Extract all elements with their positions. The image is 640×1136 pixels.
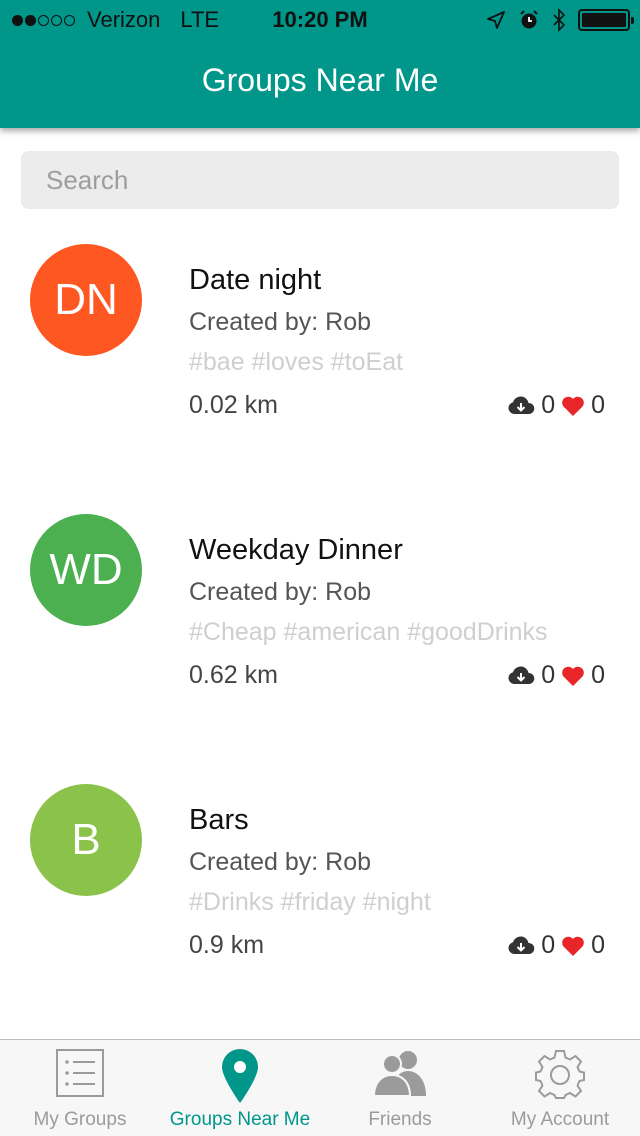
tab-label: Friends [368, 1109, 432, 1130]
like-count: 0 [591, 391, 605, 419]
group-stats: 0 0 [507, 661, 605, 690]
heart-icon[interactable] [561, 665, 585, 687]
cloud-download-icon [508, 396, 535, 414]
tab-my-groups[interactable]: My Groups [0, 1040, 160, 1136]
people-icon [372, 1051, 426, 1097]
tab-label: Groups Near Me [169, 1109, 311, 1130]
list-icon [56, 1049, 104, 1097]
tab-groups-near-me[interactable]: Groups Near Me [160, 1040, 320, 1136]
tab-bar: My Groups Groups Near Me Friends My Acco… [0, 1039, 640, 1136]
group-creator: Created by: Rob [189, 848, 372, 876]
group-initials: B [71, 815, 101, 864]
cloud-download-icon [508, 936, 535, 954]
search-placeholder: Search [46, 164, 129, 195]
group-stats: 0 0 [507, 931, 605, 960]
group-name: Date night [189, 264, 322, 296]
group-creator: Created by: Rob [189, 308, 372, 336]
tab-my-account[interactable]: My Account [480, 1040, 640, 1136]
group-list-item[interactable]: WD Weekday Dinner Created by: Rob #Cheap… [0, 514, 640, 714]
tab-friends[interactable]: Friends [320, 1040, 480, 1136]
tab-label: My Account [510, 1109, 610, 1130]
status-bar: Verizon LTE 10:20 PM [0, 0, 640, 40]
location-pin-icon [222, 1049, 258, 1103]
download-count: 0 [541, 931, 556, 959]
group-creator: Created by: Rob [189, 578, 372, 606]
group-initials: DN [54, 275, 118, 324]
group-name: Weekday Dinner [189, 534, 403, 566]
gear-icon [535, 1050, 585, 1099]
group-distance: 0.02 km [189, 391, 278, 419]
group-avatar: DN [30, 244, 142, 356]
search-input[interactable]: Search [21, 151, 619, 209]
group-avatar: B [30, 784, 142, 896]
battery-icon [578, 9, 634, 31]
group-stats: 0 0 [507, 391, 605, 420]
group-tags: #Cheap #american #goodDrinks [189, 618, 548, 646]
group-initials: WD [49, 545, 123, 594]
download-count: 0 [541, 661, 556, 689]
group-avatar: WD [30, 514, 142, 626]
like-count: 0 [591, 931, 605, 959]
alarm-icon [520, 10, 538, 29]
tab-label: My Groups [33, 1109, 127, 1130]
group-distance: 0.62 km [189, 661, 278, 689]
group-distance: 0.9 km [189, 931, 265, 959]
group-tags: #bae #loves #toEat [189, 348, 404, 376]
page-title: Groups Near Me [201, 62, 439, 98]
location-arrow-icon [487, 11, 505, 29]
group-list-item[interactable]: B Bars Created by: Rob #Drinks #friday #… [0, 784, 640, 984]
group-name: Bars [189, 804, 249, 836]
download-count: 0 [541, 391, 556, 419]
heart-icon[interactable] [561, 395, 585, 417]
group-list-item[interactable]: DN Date night Created by: Rob #bae #love… [0, 244, 640, 444]
like-count: 0 [591, 661, 605, 689]
group-tags: #Drinks #friday #night [189, 888, 431, 916]
heart-icon[interactable] [561, 935, 585, 957]
app-header: Verizon LTE 10:20 PM Groups Near Me [0, 0, 640, 128]
cloud-download-icon [508, 666, 535, 684]
bluetooth-icon [553, 8, 566, 32]
